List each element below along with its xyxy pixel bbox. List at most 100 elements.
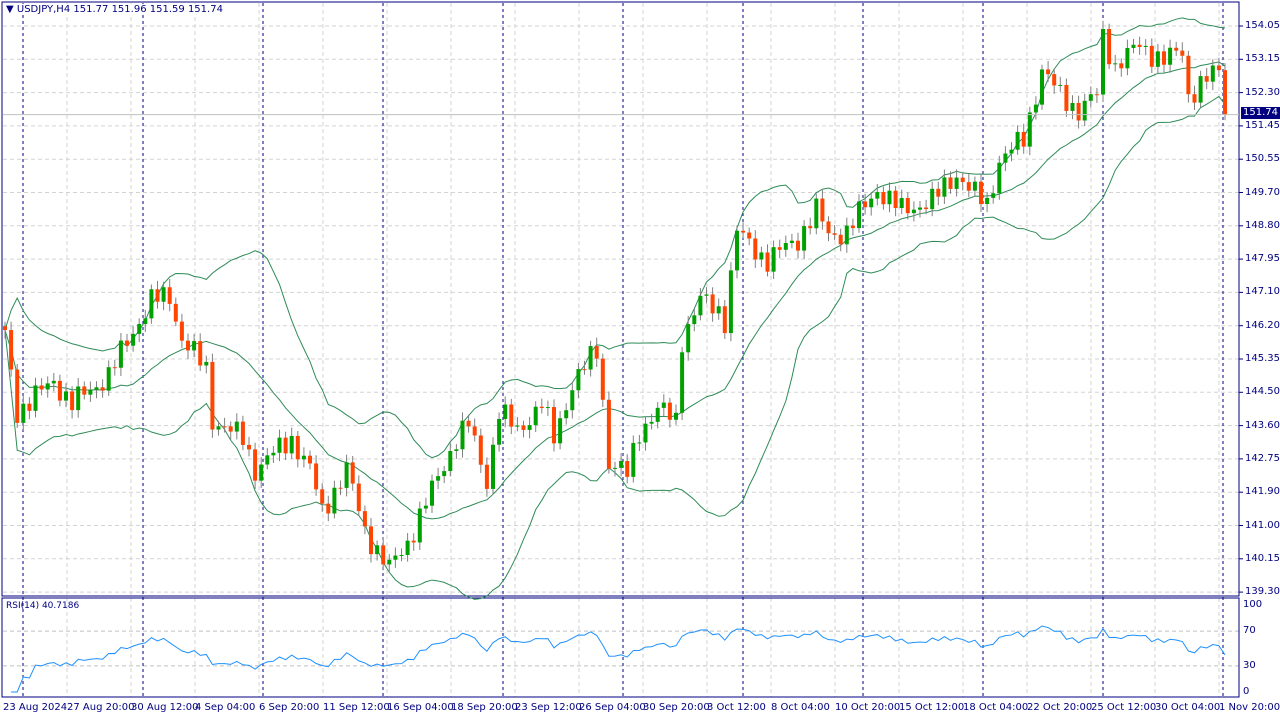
bull-candle — [728, 270, 733, 334]
bull-candle — [613, 467, 617, 469]
price-axis-label: 151.45 — [1245, 119, 1280, 131]
bear-candle — [320, 489, 325, 504]
ohlc-high: 151.96 — [111, 4, 147, 15]
bear-candle — [3, 326, 7, 331]
bear-candle — [808, 226, 813, 229]
bull-candle — [716, 306, 721, 314]
rsi-pane-frame — [1, 597, 1240, 698]
bear-candle — [936, 188, 941, 197]
rsi-axis-label: 0 — [1243, 686, 1250, 697]
bear-candle — [850, 225, 855, 229]
bear-candle — [960, 177, 965, 183]
bull-candle — [1033, 104, 1038, 113]
bull-candle — [137, 324, 142, 334]
time-axis-label: 1 Nov 20:00 — [1219, 702, 1280, 713]
bull-candle — [1015, 131, 1020, 150]
time-axis-label: 11 Sep 12:00 — [323, 702, 390, 713]
dropdown-triangle-icon[interactable]: ▼ — [6, 4, 14, 15]
bear-candle — [70, 391, 75, 411]
bear-candle — [747, 232, 752, 239]
bear-candle — [1137, 44, 1142, 47]
bull-candle — [460, 420, 465, 450]
bull-candle — [692, 315, 697, 325]
bear-candle — [966, 182, 971, 191]
bull-candle — [1027, 112, 1032, 147]
bull-candle — [783, 242, 788, 250]
bull-candle — [301, 455, 306, 460]
time-axis-label: 26 Sep 04:00 — [579, 702, 646, 713]
bear-candle — [1223, 70, 1227, 115]
time-axis-label: 18 Oct 04:00 — [963, 702, 1029, 713]
bull-candle — [1168, 47, 1173, 65]
bull-candle — [387, 559, 392, 565]
bull-candle — [844, 225, 849, 245]
price-axis-label: 142.75 — [1245, 452, 1280, 464]
bull-candle — [759, 252, 764, 260]
bull-candle — [814, 198, 819, 229]
bull-candle — [1070, 102, 1075, 111]
bull-candle — [1155, 51, 1160, 67]
price-axis-label: 139.30 — [1245, 586, 1280, 598]
bull-candle — [704, 294, 709, 296]
rsi-title: RSI(14) 40.7186 — [6, 601, 80, 611]
bull-candle — [289, 435, 294, 454]
price-axis-label: 144.50 — [1245, 386, 1280, 398]
bull-candle — [234, 421, 239, 432]
bear-candle — [222, 426, 227, 428]
bear-candle — [125, 340, 129, 346]
time-axis-label: 30 Aug 12:00 — [131, 702, 199, 713]
bull-candle — [997, 162, 1002, 194]
bull-candle — [399, 554, 404, 556]
bull-candle — [491, 444, 495, 489]
bear-candle — [667, 402, 672, 420]
bull-candle — [545, 407, 550, 409]
bear-candle — [27, 403, 32, 411]
rsi-axis-label: 30 — [1243, 659, 1256, 671]
bull-candle — [698, 295, 703, 316]
bear-candle — [57, 380, 62, 401]
chart-window[interactable]: ▼ USDJPY,H4 151.77 151.96 151.59 151.74 … — [0, 0, 1280, 720]
price-axis-label: 140.15 — [1245, 552, 1280, 564]
time-axis-label: 8 Oct 04:00 — [771, 702, 830, 713]
time-axis-label: 10 Oct 20:00 — [835, 702, 901, 713]
bear-candle — [466, 420, 471, 427]
bear-candle — [1064, 84, 1069, 111]
time-axis-label: 22 Oct 20:00 — [1027, 702, 1093, 713]
price-axis-label: 154.05 — [1245, 20, 1280, 31]
bull-candle — [33, 385, 38, 411]
bear-candle — [710, 294, 715, 314]
bear-candle — [112, 367, 117, 369]
bull-candle — [972, 181, 977, 191]
bull-candle — [637, 442, 642, 444]
bear-candle — [1186, 55, 1191, 95]
bull-candle — [277, 437, 282, 453]
rsi-line — [11, 625, 1226, 693]
bull-candle — [515, 425, 520, 427]
bear-candle — [15, 369, 20, 423]
chart-canvas[interactable] — [0, 0, 1280, 720]
bear-candle — [777, 247, 782, 250]
time-axis-label: 30 Oct 04:00 — [1155, 702, 1221, 713]
price-axis-label: 141.00 — [1245, 519, 1280, 531]
bull-candle — [576, 369, 581, 391]
bear-candle — [826, 221, 831, 234]
bull-candle — [161, 287, 166, 302]
ohlc-open: 151.77 — [73, 4, 109, 15]
bear-candle — [1119, 63, 1124, 69]
bull-candle — [405, 540, 410, 555]
bear-candle — [796, 240, 800, 251]
price-axis-label: 149.70 — [1245, 186, 1280, 198]
current-price-label: 151.74 — [1241, 107, 1280, 119]
bear-candle — [1107, 28, 1112, 65]
bear-candle — [1192, 94, 1197, 103]
ohlc-low: 151.59 — [149, 4, 185, 15]
bear-candle — [753, 238, 758, 260]
rsi-axis-label: 70 — [1243, 625, 1256, 637]
bear-candle — [905, 198, 910, 214]
bear-candle — [948, 177, 953, 189]
bull-candle — [1088, 94, 1093, 101]
bull-candle — [887, 190, 892, 205]
bear-candle — [1021, 131, 1026, 147]
bear-candle — [82, 386, 87, 395]
bull-candle — [88, 389, 93, 395]
